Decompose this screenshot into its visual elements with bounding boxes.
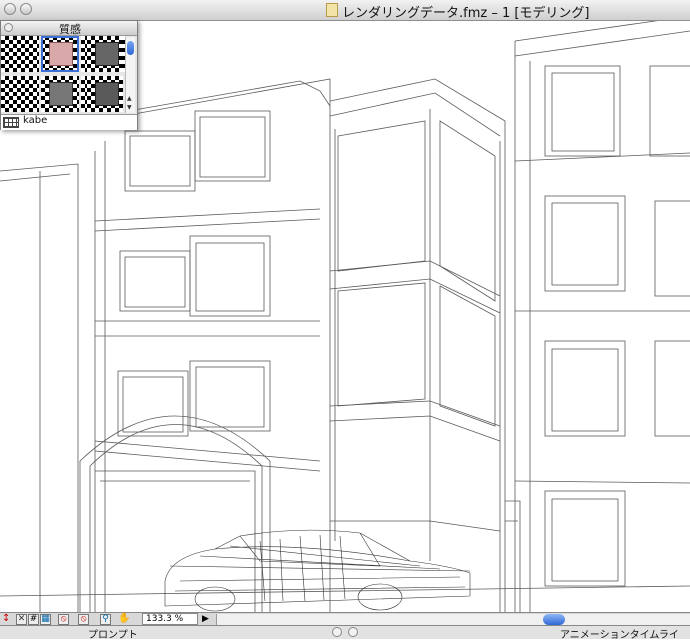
document-title-bar: レンダリングデータ.fmz – 1 [モデリング] (0, 0, 690, 21)
close-window-button[interactable] (4, 3, 16, 15)
grid-view-icon[interactable]: ▦ (40, 614, 51, 625)
grid-toggle-icon[interactable]: # (28, 614, 39, 625)
grid-icon (3, 117, 19, 128)
scroll-down-arrow-icon[interactable]: ▼ (127, 104, 132, 111)
material-swatch[interactable] (87, 36, 123, 72)
view-toolbar: ↕ ✕ # ▦ ⦸ ⦸ ⚲ ✋ 133.3 % ▶ (0, 612, 690, 626)
panel-close-button[interactable] (332, 627, 342, 637)
selected-material-name: kabe (23, 115, 48, 126)
pink-cube-icon (49, 42, 73, 66)
horizontal-scrollbar[interactable] (216, 614, 690, 625)
textured-cube-icon (49, 82, 73, 106)
scroll-up-arrow-icon[interactable]: ▲ (127, 95, 132, 102)
zoom-level-field[interactable]: 133.3 % (142, 613, 198, 625)
panel-minimize-button[interactable] (348, 627, 358, 637)
palette-close-button[interactable] (4, 23, 13, 32)
status-bar: プロンプト アニメーションタイムライ (0, 626, 690, 641)
dark-gray-cube-icon (95, 82, 119, 106)
material-palette: 質感 ▲ ▼ kabe (0, 20, 138, 130)
zoom-icon[interactable]: ⚲ (100, 614, 111, 625)
move-arrows-icon[interactable]: ↕ (2, 614, 12, 625)
palette-title-bar: 質感 (1, 21, 137, 36)
play-arrow-icon[interactable]: ▶ (202, 614, 212, 625)
palette-scrollbar[interactable]: ▲ ▼ (125, 37, 135, 113)
no-entry-icon[interactable]: ⦸ (58, 614, 69, 625)
palette-scroll-thumb[interactable] (127, 41, 134, 55)
dark-cube-icon (95, 42, 119, 66)
material-swatch[interactable] (1, 36, 39, 72)
material-swatch[interactable] (41, 36, 79, 72)
no-entry-alt-icon[interactable]: ⦸ (78, 614, 89, 625)
window-title: レンダリングデータ.fmz – 1 [モデリング] (342, 6, 590, 21)
material-swatch[interactable] (41, 76, 79, 112)
hand-pan-icon[interactable]: ✋ (118, 614, 136, 625)
material-swatch[interactable] (87, 76, 123, 112)
document-icon (326, 3, 338, 17)
minimize-window-button[interactable] (20, 3, 32, 15)
wireframe-toggle-icon[interactable]: ✕ (16, 614, 27, 625)
palette-title: 質感 (59, 23, 81, 36)
material-swatch[interactable] (1, 76, 39, 112)
horizontal-scroll-thumb[interactable] (543, 614, 565, 625)
material-name-bar: kabe (1, 114, 137, 130)
